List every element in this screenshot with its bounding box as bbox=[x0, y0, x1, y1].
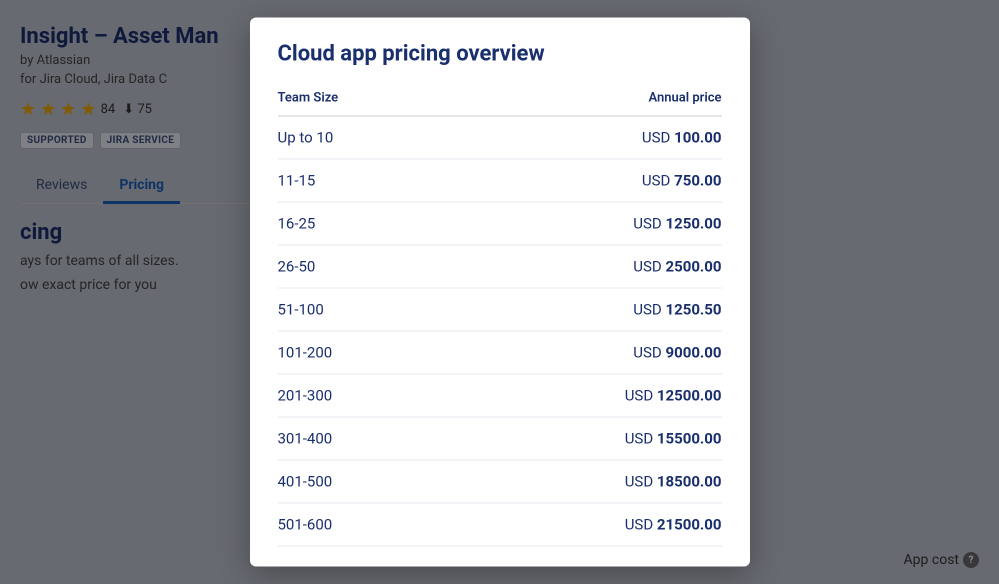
price-cell: USD 15500.00 bbox=[449, 417, 722, 460]
price-currency: USD bbox=[633, 258, 665, 276]
team-size-cell: 201-300 bbox=[278, 374, 449, 417]
table-row: 26-50USD 2500.00 bbox=[278, 245, 722, 288]
modal-header: Cloud app pricing overview bbox=[250, 18, 750, 83]
modal-title: Cloud app pricing overview bbox=[278, 42, 722, 67]
price-cell: USD 9000.00 bbox=[449, 331, 722, 374]
team-size-cell: 11-15 bbox=[278, 159, 449, 202]
team-size-cell: 301-400 bbox=[278, 417, 449, 460]
price-amount: 2500.00 bbox=[666, 258, 722, 276]
price-amount: 100.00 bbox=[674, 129, 721, 147]
price-amount: 12500.00 bbox=[657, 387, 722, 405]
pricing-table: Team Size Annual price Up to 10USD 100.0… bbox=[278, 83, 722, 547]
price-amount: 18500.00 bbox=[657, 473, 722, 491]
team-size-cell: 401-500 bbox=[278, 460, 449, 503]
pricing-modal: Cloud app pricing overview Team Size Ann… bbox=[250, 18, 750, 567]
price-cell: USD 100.00 bbox=[449, 116, 722, 159]
price-cell: USD 21500.00 bbox=[449, 503, 722, 546]
team-size-cell: 51-100 bbox=[278, 288, 449, 331]
price-currency: USD bbox=[625, 387, 657, 405]
price-currency: USD bbox=[642, 172, 674, 190]
price-cell: USD 750.00 bbox=[449, 159, 722, 202]
table-row: Up to 10USD 100.00 bbox=[278, 116, 722, 159]
modal-body[interactable]: Team Size Annual price Up to 10USD 100.0… bbox=[250, 83, 750, 567]
price-amount: 750.00 bbox=[674, 172, 721, 190]
table-row: 501-600USD 21500.00 bbox=[278, 503, 722, 546]
price-amount: 15500.00 bbox=[657, 430, 722, 448]
table-row: 101-200USD 9000.00 bbox=[278, 331, 722, 374]
table-row: 401-500USD 18500.00 bbox=[278, 460, 722, 503]
price-amount: 1250.00 bbox=[666, 215, 722, 233]
price-cell: USD 1250.50 bbox=[449, 288, 722, 331]
table-row: 51-100USD 1250.50 bbox=[278, 288, 722, 331]
price-currency: USD bbox=[625, 473, 657, 491]
price-currency: USD bbox=[633, 215, 665, 233]
price-currency: USD bbox=[633, 344, 665, 362]
price-cell: USD 2500.00 bbox=[449, 245, 722, 288]
price-cell: USD 12500.00 bbox=[449, 374, 722, 417]
table-row: 11-15USD 750.00 bbox=[278, 159, 722, 202]
price-currency: USD bbox=[633, 301, 665, 319]
table-row: 201-300USD 12500.00 bbox=[278, 374, 722, 417]
col-team-size: Team Size bbox=[278, 83, 449, 117]
price-amount: 21500.00 bbox=[657, 516, 722, 534]
price-currency: USD bbox=[625, 430, 657, 448]
price-currency: USD bbox=[642, 129, 674, 147]
price-cell: USD 1250.00 bbox=[449, 202, 722, 245]
team-size-cell: Up to 10 bbox=[278, 116, 449, 159]
team-size-cell: 101-200 bbox=[278, 331, 449, 374]
table-row: 16-25USD 1250.00 bbox=[278, 202, 722, 245]
col-annual-price: Annual price bbox=[449, 83, 722, 117]
price-cell: USD 18500.00 bbox=[449, 460, 722, 503]
team-size-cell: 16-25 bbox=[278, 202, 449, 245]
table-row: 301-400USD 15500.00 bbox=[278, 417, 722, 460]
team-size-cell: 26-50 bbox=[278, 245, 449, 288]
price-currency: USD bbox=[625, 516, 657, 534]
price-amount: 1250.50 bbox=[666, 301, 722, 319]
team-size-cell: 501-600 bbox=[278, 503, 449, 546]
price-amount: 9000.00 bbox=[666, 344, 722, 362]
